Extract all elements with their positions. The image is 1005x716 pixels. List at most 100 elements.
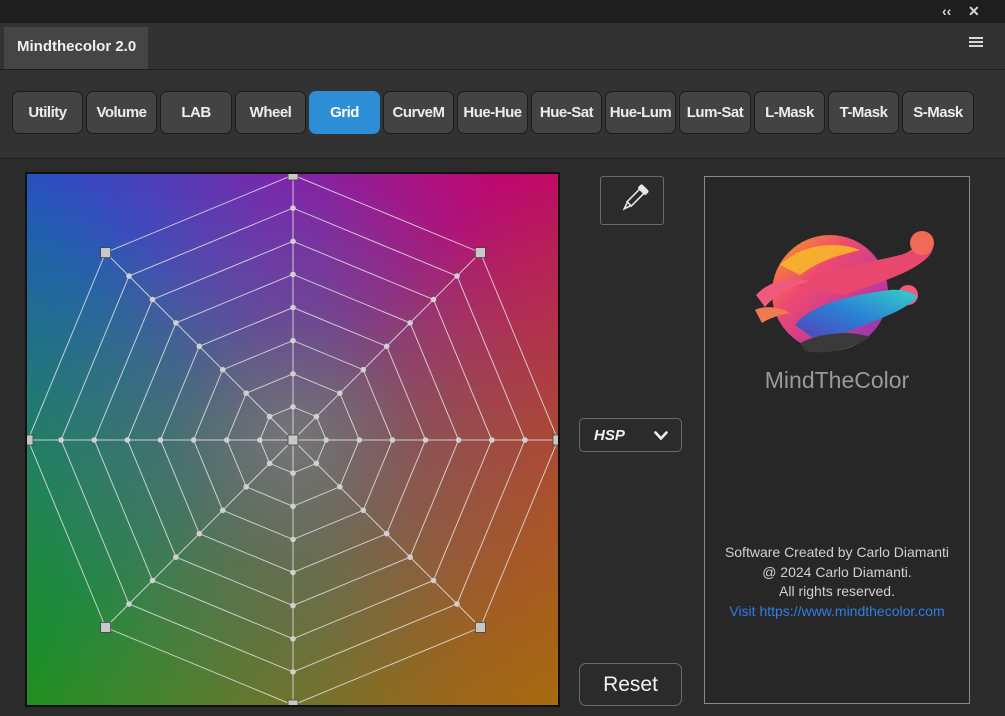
chevron-down-icon [654,431,668,441]
grid-node[interactable] [290,470,296,476]
grid-node[interactable] [173,554,179,560]
hamburger-menu-icon[interactable] [969,37,983,47]
mode-button-wheel[interactable]: Wheel [235,91,306,134]
grid-node[interactable] [454,273,460,279]
mode-button-hue-sat[interactable]: Hue-Sat [531,91,602,134]
credits: Software Created by Carlo Diamanti @ 202… [705,543,969,621]
grid-node[interactable] [389,437,396,443]
grid-node[interactable] [290,271,296,278]
grid-node[interactable] [430,577,437,584]
grid-node[interactable] [323,437,329,443]
grid-node[interactable] [489,437,495,443]
website-link[interactable]: Visit https://www.mindthecolor.com [705,602,969,622]
grid-node[interactable] [522,437,528,443]
grid-node[interactable] [290,238,296,245]
grid-node[interactable] [407,554,413,560]
grid-node[interactable] [124,437,131,443]
grid-node[interactable] [290,636,296,642]
panel-tabbar: Mindthecolor 2.0 [0,23,1005,70]
brand-name: MindTheColor [764,367,910,393]
grid-node[interactable] [430,296,437,303]
grid-node[interactable] [360,507,367,514]
grid-node[interactable] [173,320,179,326]
grid-node[interactable] [313,460,320,467]
color-model-select[interactable]: HSP [579,418,682,452]
grid-handle[interactable] [474,247,486,258]
grid-node[interactable] [383,343,390,350]
grid-node[interactable] [243,390,249,396]
color-model-value: HSP [594,427,625,444]
grid-node[interactable] [290,503,296,510]
mode-button-utility[interactable]: Utility [12,91,83,134]
credits-line-rights: All rights reserved. [779,583,895,599]
grid-handle[interactable] [287,699,299,705]
grid-node[interactable] [455,437,462,443]
grid-node[interactable] [290,337,296,344]
grid-node[interactable] [219,507,226,514]
mode-button-lum-sat[interactable]: Lum-Sat [679,91,751,134]
grid-node[interactable] [157,437,164,443]
grid-node[interactable] [266,413,273,420]
window-titlebar: ‹‹ ✕ [0,0,1005,23]
grid-handle[interactable] [552,434,558,446]
mode-toolbar: Utility Volume LAB Wheel Grid CurveM Hue… [0,70,1005,159]
grid-handle[interactable] [100,621,111,633]
grid-node[interactable] [337,390,343,396]
grid-node[interactable] [407,320,413,326]
double-chevron-left-icon[interactable]: ‹‹ [942,3,951,19]
grid-node[interactable] [290,404,296,410]
grid-node[interactable] [190,437,197,443]
mode-button-t-mask[interactable]: T-Mask [828,91,899,134]
grid-node[interactable] [266,460,273,467]
grid-node[interactable] [383,530,390,537]
about-panel: MindTheColor Software Created by Carlo D… [704,176,970,704]
grid-node[interactable] [196,343,203,350]
grid-node[interactable] [257,437,263,443]
grid-node[interactable] [360,366,367,373]
grid-node[interactable] [356,437,363,443]
grid-node[interactable] [58,437,64,443]
grid-node[interactable] [290,371,296,377]
grid-node[interactable] [290,536,296,543]
grid-node[interactable] [149,577,156,584]
eyedropper-button[interactable] [600,176,664,225]
grid-node[interactable] [422,437,429,443]
grid-node[interactable] [149,296,156,303]
grid-node[interactable] [290,205,296,211]
grid-node[interactable] [290,569,296,576]
grid-node[interactable] [126,601,132,607]
grid-handle[interactable] [27,434,34,446]
grid-node[interactable] [290,669,296,675]
grid-center-handle[interactable] [287,434,299,446]
mode-button-s-mask[interactable]: S-Mask [902,91,974,134]
grid-node[interactable] [91,437,98,443]
color-grid-canvas[interactable] [25,172,560,707]
grid-node[interactable] [313,413,320,420]
grid-node[interactable] [243,484,249,490]
grid-node[interactable] [337,484,343,490]
mode-button-hue-hue[interactable]: Hue-Hue [457,91,528,134]
grid-handle[interactable] [474,621,486,633]
mode-button-l-mask[interactable]: L-Mask [754,91,825,134]
color-grid-svg[interactable] [27,174,558,705]
grid-handle[interactable] [287,174,299,181]
mode-button-curvem[interactable]: CurveM [383,91,454,134]
credits-line-copyright: @ 2024 Carlo Diamanti. [762,563,912,580]
mode-button-hue-lum[interactable]: Hue-Lum [605,91,676,134]
grid-node[interactable] [290,602,296,609]
eyedropper-icon [622,184,649,211]
panel-tab[interactable]: Mindthecolor 2.0 [4,27,148,69]
grid-node[interactable] [219,366,226,373]
grid-node[interactable] [196,530,203,537]
close-icon[interactable]: ✕ [968,3,980,19]
mode-button-grid[interactable]: Grid [309,91,380,134]
mode-button-lab[interactable]: LAB [160,91,232,134]
mode-button-volume[interactable]: Volume [86,91,157,134]
credits-line-author: Software Created by Carlo Diamanti [724,544,950,560]
grid-node[interactable] [290,304,296,311]
reset-button[interactable]: Reset [579,663,682,706]
grid-node[interactable] [126,273,132,279]
grid-node[interactable] [454,601,460,607]
grid-node[interactable] [224,437,230,443]
grid-handle[interactable] [100,247,111,258]
